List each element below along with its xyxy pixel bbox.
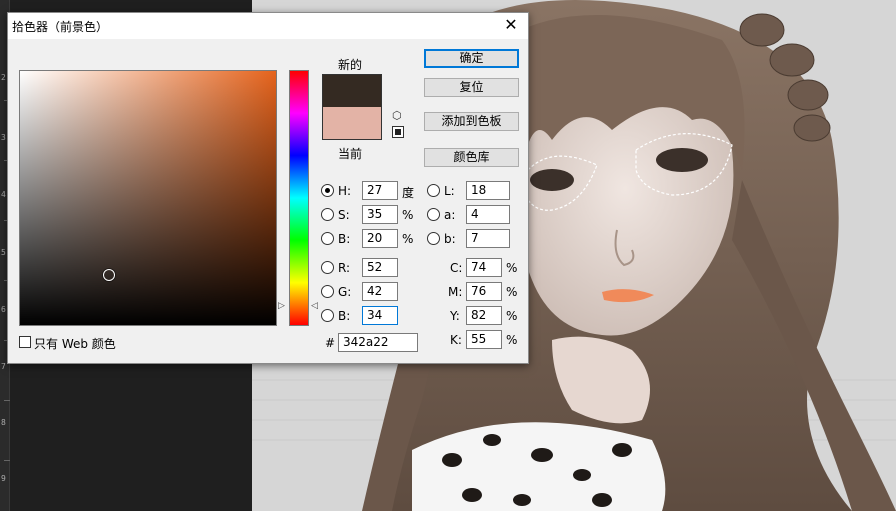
- brightness-input[interactable]: 20: [362, 229, 398, 248]
- blue-radio[interactable]: [321, 309, 334, 322]
- ok-button[interactable]: 确定: [424, 49, 519, 68]
- color-libraries-button[interactable]: 颜色库: [424, 148, 519, 167]
- hex-input[interactable]: 342a22: [338, 333, 418, 352]
- current-color-swatch[interactable]: [322, 107, 382, 140]
- color-picker-dialog: 拾色器（前景色） ✕ ▷ ◁ 新的 当前 ⬡ 确定 复位 添加到色板 颜色库 H…: [7, 12, 529, 364]
- black-unit: %: [506, 333, 518, 347]
- hue-slider[interactable]: [289, 70, 309, 326]
- hue-slider-right-arrow-icon[interactable]: ◁: [311, 301, 318, 311]
- red-label: R:: [338, 261, 351, 275]
- color-field[interactable]: [19, 70, 277, 326]
- lab-l-label: L:: [444, 184, 455, 198]
- ruler-number: 3: [1, 133, 6, 142]
- black-label: K:: [450, 333, 462, 347]
- dialog-titlebar[interactable]: 拾色器（前景色） ✕: [8, 13, 528, 39]
- blue-label: B:: [338, 309, 351, 323]
- hue-unit: 度: [402, 186, 415, 200]
- yellow-unit: %: [506, 309, 518, 323]
- yellow-input[interactable]: 82: [466, 306, 502, 325]
- brightness-unit: %: [402, 232, 414, 246]
- current-color-label: 当前: [338, 147, 363, 161]
- web-colors-only-label: 只有 Web 颜色: [34, 337, 116, 351]
- hue-input[interactable]: 27: [362, 181, 398, 200]
- magenta-input[interactable]: 76: [466, 282, 502, 301]
- saturation-label: S:: [338, 208, 350, 222]
- green-label: G:: [338, 285, 352, 299]
- green-input[interactable]: 42: [362, 282, 398, 301]
- ruler-number: 9: [1, 474, 6, 483]
- green-radio[interactable]: [321, 285, 334, 298]
- cyan-label: C:: [450, 261, 463, 275]
- cube-icon[interactable]: ⬡: [392, 109, 402, 122]
- black-input[interactable]: 55: [466, 330, 502, 349]
- blue-input[interactable]: 34: [362, 306, 398, 325]
- ruler-number: 5: [1, 248, 6, 257]
- hex-hash-label: #: [325, 336, 336, 350]
- new-color-label: 新的: [338, 58, 363, 72]
- ruler-number: 7: [1, 362, 6, 371]
- lab-b-input[interactable]: 7: [466, 229, 510, 248]
- square-icon[interactable]: [392, 126, 404, 138]
- hue-radio[interactable]: [321, 184, 334, 197]
- red-input[interactable]: 52: [362, 258, 398, 277]
- close-icon[interactable]: ✕: [500, 15, 522, 35]
- lab-l-input[interactable]: 18: [466, 181, 510, 200]
- cyan-unit: %: [506, 261, 518, 275]
- hue-slider-left-arrow-icon[interactable]: ▷: [278, 301, 285, 311]
- lab-b-radio[interactable]: [427, 232, 440, 245]
- hue-label: H:: [338, 184, 352, 198]
- red-radio[interactable]: [321, 261, 334, 274]
- lab-l-radio[interactable]: [427, 184, 440, 197]
- brightness-radio[interactable]: [321, 232, 334, 245]
- magenta-unit: %: [506, 285, 518, 299]
- ruler-number: 6: [1, 305, 6, 314]
- magenta-label: M:: [448, 285, 463, 299]
- saturation-unit: %: [402, 208, 414, 222]
- lab-a-label: a:: [444, 208, 456, 222]
- ruler-number: 2: [1, 73, 6, 82]
- lab-a-radio[interactable]: [427, 208, 440, 221]
- cyan-input[interactable]: 74: [466, 258, 502, 277]
- web-colors-only-checkbox[interactable]: [19, 336, 31, 348]
- brightness-label: B:: [338, 232, 351, 246]
- yellow-label: Y:: [450, 309, 460, 323]
- dialog-title: 拾色器（前景色）: [12, 20, 109, 34]
- ruler-number: 4: [1, 190, 6, 199]
- reset-button[interactable]: 复位: [424, 78, 519, 97]
- add-to-swatches-button[interactable]: 添加到色板: [424, 112, 519, 131]
- saturation-input[interactable]: 35: [362, 205, 398, 224]
- lab-b-label: b:: [444, 232, 456, 246]
- saturation-radio[interactable]: [321, 208, 334, 221]
- lab-a-input[interactable]: 4: [466, 205, 510, 224]
- ruler-number: 8: [1, 418, 6, 427]
- color-field-cursor[interactable]: [103, 269, 115, 281]
- new-color-swatch: [322, 74, 382, 107]
